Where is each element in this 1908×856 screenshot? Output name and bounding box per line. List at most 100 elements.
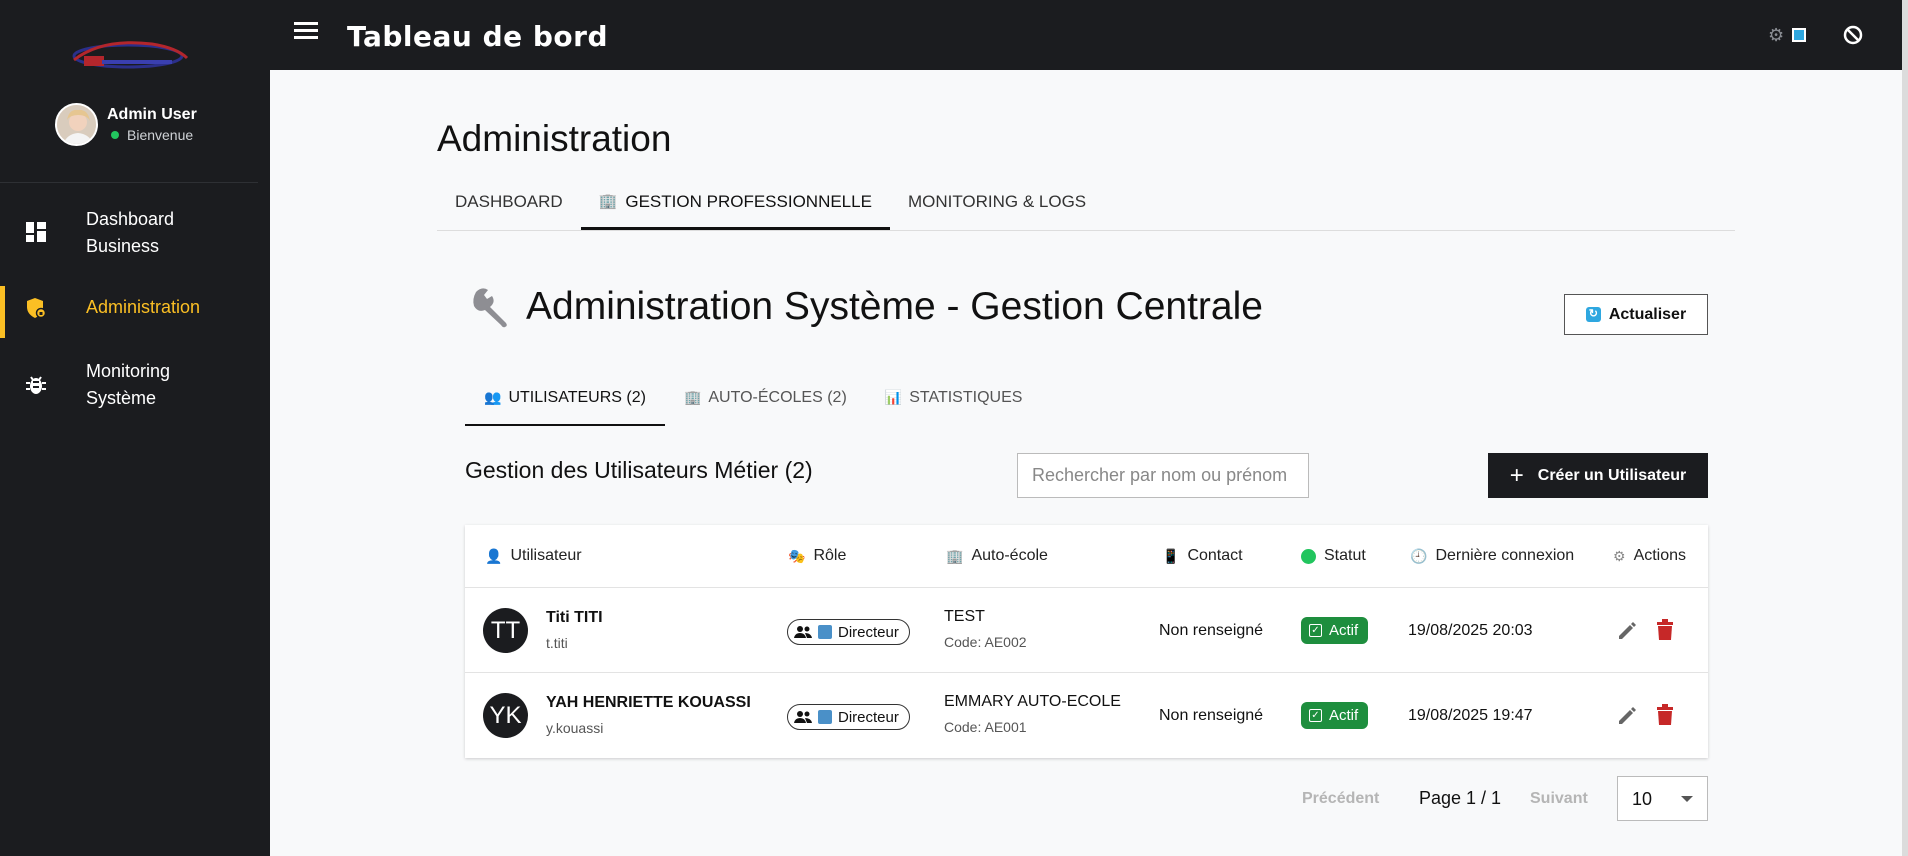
- gear-icon: ⚙: [1613, 547, 1626, 564]
- refresh-label: Actualiser: [1608, 305, 1687, 323]
- shield-icon: [24, 296, 48, 320]
- user-profile[interactable]: Admin User Bienvenue: [55, 103, 197, 146]
- status-badge: ✓ Actif: [1301, 702, 1369, 729]
- table-row[interactable]: TT Titi TITI t.titi Directeur TEST Code:…: [465, 588, 1708, 673]
- sidebar-item-label: Monitoring Système: [86, 361, 171, 408]
- tab-dashboard[interactable]: DASHBOARD: [437, 180, 581, 230]
- column-header-auto-ecole[interactable]: 🏢 Auto-école: [946, 547, 1048, 565]
- sidebar: Admin User Bienvenue Dashboard Business A…: [0, 0, 270, 856]
- delete-icon[interactable]: [1655, 619, 1675, 641]
- tab-monitoring-logs[interactable]: MONITORING & LOGS: [890, 180, 1104, 230]
- power-off-icon[interactable]: [1842, 24, 1864, 46]
- column-header-derniere-connexion[interactable]: 🕘 Dernière connexion: [1410, 547, 1574, 565]
- user-name: YAH HENRIETTE KOUASSI: [546, 694, 751, 711]
- role-chip: Directeur: [787, 704, 910, 730]
- auto-ecole-name: EMMARY AUTO-ECOLE: [944, 693, 1121, 710]
- group-icon: [794, 626, 812, 638]
- window-icon[interactable]: [1792, 28, 1806, 42]
- chevron-down-icon: [1681, 796, 1693, 802]
- user-login: y.kouassi: [546, 720, 604, 736]
- check-icon: ✓: [1309, 624, 1322, 637]
- sidebar-item-dashboard-business[interactable]: Dashboard Business: [0, 206, 270, 260]
- tab-statistiques[interactable]: 📊 STATISTIQUES: [866, 380, 1042, 426]
- tab-auto-ecoles[interactable]: 🏢 AUTO-ÉCOLES (2): [665, 380, 866, 426]
- logo: [72, 41, 189, 69]
- delete-icon[interactable]: [1655, 704, 1675, 726]
- table-row[interactable]: YK YAH HENRIETTE KOUASSI y.kouassi Direc…: [465, 673, 1708, 758]
- group-icon: [794, 711, 812, 723]
- profile-status-text: Bienvenue: [127, 127, 194, 143]
- sidebar-item-monitoring-systeme[interactable]: Monitoring Système: [0, 358, 270, 412]
- green-circle-icon: [1301, 548, 1316, 564]
- menu-icon[interactable]: [294, 22, 318, 40]
- sidebar-item-administration[interactable]: Administration: [0, 286, 270, 338]
- column-header-actions: ⚙ Actions: [1613, 547, 1687, 564]
- refresh-icon: ↻: [1585, 307, 1601, 322]
- auto-ecole-name: TEST: [944, 608, 985, 625]
- edit-icon[interactable]: [1616, 620, 1638, 642]
- plus-icon: +: [1509, 461, 1524, 489]
- tab-utilisateurs[interactable]: 👥 UTILISATEURS (2): [465, 380, 665, 426]
- sidebar-item-label: Administration: [86, 297, 201, 317]
- column-header-utilisateur[interactable]: 👤 Utilisateur: [485, 547, 582, 565]
- table-header: 👤 Utilisateur 🎭 Rôle 🏢 Auto-école 📱 Contact …: [465, 525, 1708, 588]
- users-table: 👤 Utilisateur 🎭 Rôle 🏢 Auto-école 📱 Contact …: [465, 525, 1708, 758]
- auto-ecole-code: Code: AE002: [944, 634, 1027, 650]
- building-icon: 🏢: [598, 193, 618, 210]
- clock-icon: 🕘: [1410, 547, 1428, 564]
- create-user-label: Créer un Utilisateur: [1537, 466, 1687, 484]
- sidebar-item-label: Dashboard Business: [86, 209, 175, 256]
- status-badge: ✓ Actif: [1301, 617, 1369, 644]
- online-dot-icon: [111, 131, 119, 139]
- avatar: [55, 103, 98, 146]
- dashboard-icon: [24, 220, 48, 244]
- building-icon: 🏢: [683, 389, 702, 405]
- user-avatar: TT: [483, 608, 528, 653]
- user-login: t.titi: [546, 635, 568, 651]
- bug-icon: [24, 373, 48, 397]
- last-login: 19/08/2025 20:03: [1408, 622, 1533, 639]
- briefcase-icon: [818, 710, 832, 724]
- last-login: 19/08/2025 19:47: [1408, 707, 1533, 724]
- section-title: Administration Système - Gestion Central…: [470, 285, 1263, 329]
- section-title-text: Administration Système - Gestion Central…: [526, 285, 1263, 328]
- contact: Non renseigné: [1159, 707, 1264, 724]
- building-icon: 🏢: [946, 547, 964, 564]
- scrollbar[interactable]: [1902, 0, 1908, 856]
- column-header-statut[interactable]: Statut: [1301, 547, 1366, 565]
- profile-name: Admin User: [107, 106, 197, 123]
- briefcase-icon: [818, 625, 832, 639]
- pagination: Précédent Page 1 / 1 Suivant 10: [1300, 776, 1708, 821]
- user-avatar: YK: [483, 693, 528, 738]
- gear-icon[interactable]: ⚙: [1768, 26, 1786, 44]
- users-icon: 👥: [484, 389, 502, 405]
- users-section-title: Gestion des Utilisateurs Métier (2): [465, 457, 813, 483]
- wrench-icon: [473, 288, 507, 328]
- page-title: Administration: [437, 118, 672, 159]
- page-info: Page 1 / 1: [1419, 788, 1502, 808]
- phone-icon: 📱: [1162, 547, 1180, 564]
- page-size-value: 10: [1632, 789, 1653, 809]
- refresh-button[interactable]: ↻ Actualiser: [1564, 294, 1708, 335]
- sidebar-divider: [0, 182, 258, 183]
- search-input[interactable]: [1017, 453, 1309, 498]
- profile-status: Bienvenue: [107, 127, 197, 143]
- column-header-contact[interactable]: 📱 Contact: [1162, 547, 1243, 565]
- edit-icon[interactable]: [1616, 705, 1638, 727]
- page-header-title: Tableau de bord: [347, 20, 609, 53]
- masks-icon: 🎭: [788, 547, 806, 564]
- check-icon: ✓: [1309, 709, 1322, 722]
- sub-tabs: 👥 UTILISATEURS (2) 🏢 AUTO-ÉCOLES (2) 📊 STAT…: [465, 380, 1041, 426]
- main-tabs: DASHBOARD 🏢 GESTION PROFESSIONNELLE MONIT…: [437, 180, 1735, 231]
- previous-page-button[interactable]: Précédent: [1302, 790, 1379, 808]
- user-name: Titi TITI: [546, 609, 603, 626]
- column-header-role[interactable]: 🎭 Rôle: [788, 547, 846, 565]
- tab-gestion-professionnelle[interactable]: 🏢 GESTION PROFESSIONNELLE: [580, 180, 890, 230]
- create-user-button[interactable]: + Créer un Utilisateur: [1488, 453, 1708, 498]
- topbar: Tableau de bord ⚙: [270, 0, 1908, 70]
- page-size-select[interactable]: 10: [1617, 776, 1708, 821]
- chart-icon: 📊: [884, 389, 903, 405]
- user-icon: 👤: [485, 547, 503, 564]
- next-page-button[interactable]: Suivant: [1530, 790, 1588, 808]
- role-chip: Directeur: [787, 619, 910, 645]
